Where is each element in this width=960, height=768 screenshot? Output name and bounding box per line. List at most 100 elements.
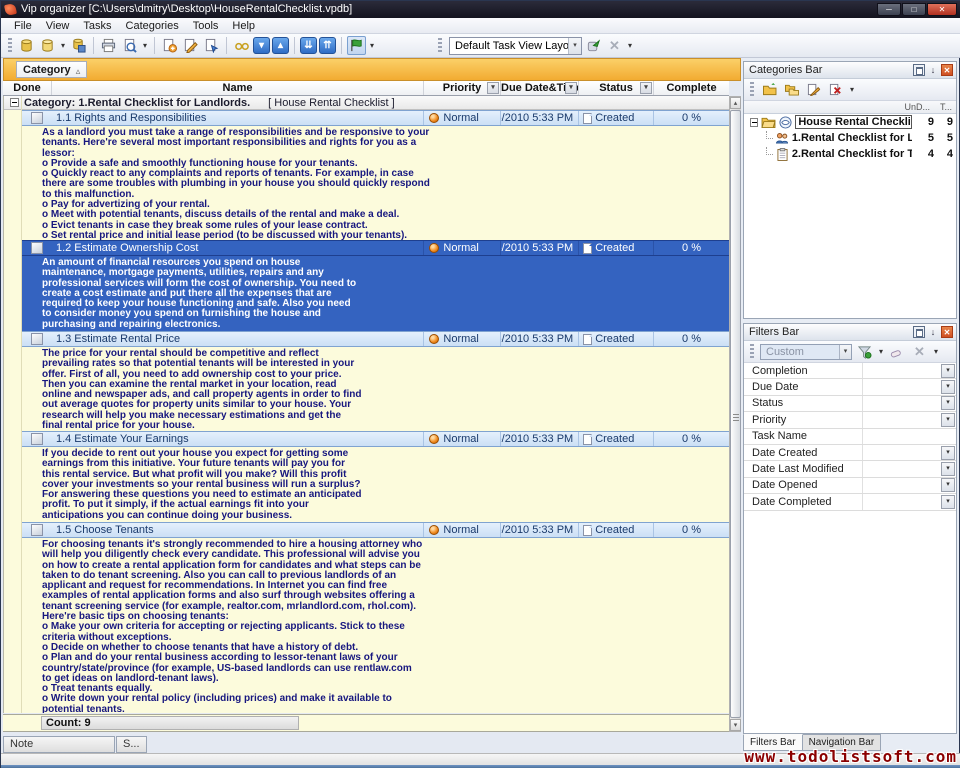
filter-dropdown-icon[interactable]: ▾: [941, 462, 955, 476]
view-notes-icon[interactable]: [232, 36, 251, 55]
scroll-down-icon[interactable]: ▾: [730, 719, 741, 731]
filter-row-priority[interactable]: Priority▾: [744, 412, 956, 428]
tab-note[interactable]: Note: [3, 736, 115, 753]
delete-layout-icon[interactable]: ✕: [605, 36, 624, 55]
add-category-icon[interactable]: [760, 80, 779, 99]
task-row[interactable]: 1.5 Choose Tenants Normal 4/6/2010 5:33 …: [22, 522, 729, 538]
column-header-name[interactable]: Name: [51, 81, 423, 95]
panel-close-icon[interactable]: ✕: [941, 326, 953, 338]
tree-item-landlords[interactable]: 1.Rental Checklist for Landl 5 5: [744, 130, 956, 146]
priority-normal-icon: [429, 243, 439, 253]
close-button[interactable]: ✕: [927, 3, 957, 16]
tab-search[interactable]: S...: [116, 736, 147, 753]
group-by-category-button[interactable]: Category: [16, 61, 87, 78]
task-row[interactable]: 1.3 Estimate Rental Price Normal 4/6/201…: [22, 331, 729, 347]
column-total[interactable]: T...: [940, 102, 952, 112]
database-dropdown-icon[interactable]: ▾: [59, 41, 67, 50]
panel-pin-icon[interactable]: [927, 326, 939, 338]
menu-categories[interactable]: Categories: [119, 18, 186, 34]
layout-dropdown-icon[interactable]: ▾: [626, 41, 634, 50]
print-dropdown-icon[interactable]: ▾: [141, 41, 149, 50]
task-checkbox[interactable]: [31, 112, 43, 124]
tree-item-root[interactable]: House Rental Checklist 9 9: [744, 114, 956, 130]
task-view-layout-combo[interactable]: Default Task View Layout ▾: [449, 37, 582, 55]
menu-tasks[interactable]: Tasks: [76, 18, 118, 34]
delete-filter-icon[interactable]: ✕: [910, 342, 929, 361]
panel-pin-icon[interactable]: [927, 64, 939, 76]
filter-dropdown-icon[interactable]: ▾: [941, 446, 955, 460]
apply-filter-dropdown-icon[interactable]: ▾: [877, 347, 885, 356]
print-preview-icon[interactable]: [120, 36, 139, 55]
panel-close-icon[interactable]: ✕: [941, 64, 953, 76]
flag-filter-icon[interactable]: [347, 36, 366, 55]
move-top-icon[interactable]: ⇈: [319, 37, 336, 54]
filter-dropdown-icon[interactable]: ▾: [941, 478, 955, 492]
filter-row-completion[interactable]: Completion▾: [744, 363, 956, 379]
priority-filter-dropdown-icon[interactable]: ▾: [487, 82, 499, 94]
edit-category-icon[interactable]: [804, 80, 823, 99]
status-filter-dropdown-icon[interactable]: ▾: [640, 82, 652, 94]
apply-filter-icon[interactable]: [855, 342, 874, 361]
filter-row-date-created[interactable]: Date Created▾: [744, 445, 956, 461]
task-checkbox[interactable]: [31, 433, 43, 445]
column-header-status[interactable]: Status▾: [578, 81, 653, 95]
delete-category-icon[interactable]: [826, 80, 845, 99]
column-header-due[interactable]: Due Date&Time▾: [500, 81, 578, 95]
filter-row-date-modified[interactable]: Date Last Modified▾: [744, 461, 956, 477]
filter-dropdown-icon[interactable]: ▾: [941, 413, 955, 427]
filter-row-due-date[interactable]: Due Date▾: [744, 379, 956, 395]
panel-restore-icon[interactable]: [913, 64, 925, 76]
save-database-icon[interactable]: [69, 36, 88, 55]
clear-filter-icon[interactable]: [888, 342, 907, 361]
scroll-up-icon[interactable]: ▴: [730, 97, 741, 109]
category-group-row[interactable]: Category: 1.Rental Checklist for Landlor…: [4, 96, 729, 110]
categories-toolbar-dropdown-icon[interactable]: ▾: [848, 85, 856, 94]
filter-row-task-name[interactable]: Task Name: [744, 429, 956, 445]
collapse-group-icon[interactable]: [10, 98, 19, 107]
edit-task-icon[interactable]: [181, 36, 200, 55]
layout-combo-dropdown-icon[interactable]: ▾: [568, 38, 581, 54]
move-bottom-icon[interactable]: ⇊: [300, 37, 317, 54]
column-header-priority[interactable]: Priority▾: [423, 81, 500, 95]
filter-preset-combo[interactable]: Custom ▾: [760, 344, 852, 360]
menu-view[interactable]: View: [39, 18, 77, 34]
new-task-icon[interactable]: [160, 36, 179, 55]
menu-help[interactable]: Help: [225, 18, 262, 34]
move-down-icon[interactable]: ▾: [253, 37, 270, 54]
delete-task-icon[interactable]: [202, 36, 221, 55]
filter-dropdown-icon[interactable]: ▾: [941, 380, 955, 394]
move-up-icon[interactable]: ▴: [272, 37, 289, 54]
scrollbar-thumb[interactable]: [730, 110, 741, 718]
task-row-selected[interactable]: 1.2 Estimate Ownership Cost Normal 4/6/2…: [22, 240, 729, 256]
menu-file[interactable]: File: [7, 18, 39, 34]
filter-row-date-completed[interactable]: Date Completed▾: [744, 494, 956, 510]
filters-toolbar-dropdown-icon[interactable]: ▾: [932, 347, 940, 356]
task-checkbox[interactable]: [31, 242, 43, 254]
filter-preset-dropdown-icon[interactable]: ▾: [839, 345, 851, 359]
add-subcategory-icon[interactable]: [782, 80, 801, 99]
filter-dropdown-icon[interactable]: ▾: [941, 396, 955, 410]
task-checkbox[interactable]: [31, 524, 43, 536]
print-icon[interactable]: [99, 36, 118, 55]
maximize-button[interactable]: □: [902, 3, 926, 16]
column-undone[interactable]: UnD...: [904, 102, 930, 112]
task-checkbox[interactable]: [31, 333, 43, 345]
apply-layout-icon[interactable]: [584, 36, 603, 55]
filter-row-status[interactable]: Status▾: [744, 396, 956, 412]
due-filter-dropdown-icon[interactable]: ▾: [565, 82, 577, 94]
task-row[interactable]: 1.1 Rights and Responsibilities Normal 4…: [22, 110, 729, 126]
filter-dropdown-icon[interactable]: ▾: [941, 495, 955, 509]
open-database-icon[interactable]: [17, 36, 36, 55]
menu-tools[interactable]: Tools: [186, 18, 226, 34]
new-database-icon[interactable]: [38, 36, 57, 55]
tree-collapse-icon[interactable]: [750, 118, 758, 127]
panel-restore-icon[interactable]: [913, 326, 925, 338]
column-header-done[interactable]: Done: [3, 81, 51, 95]
column-header-complete[interactable]: Complete: [653, 81, 729, 95]
filter-dropdown-icon[interactable]: ▾: [941, 364, 955, 378]
tree-item-tenants[interactable]: 2.Rental Checklist for Tenar 4 4: [744, 146, 956, 162]
flag-dropdown-icon[interactable]: ▾: [368, 41, 376, 50]
minimize-button[interactable]: ─: [877, 3, 901, 16]
task-row[interactable]: 1.4 Estimate Your Earnings Normal 4/6/20…: [22, 431, 729, 447]
filter-row-date-opened[interactable]: Date Opened▾: [744, 478, 956, 494]
